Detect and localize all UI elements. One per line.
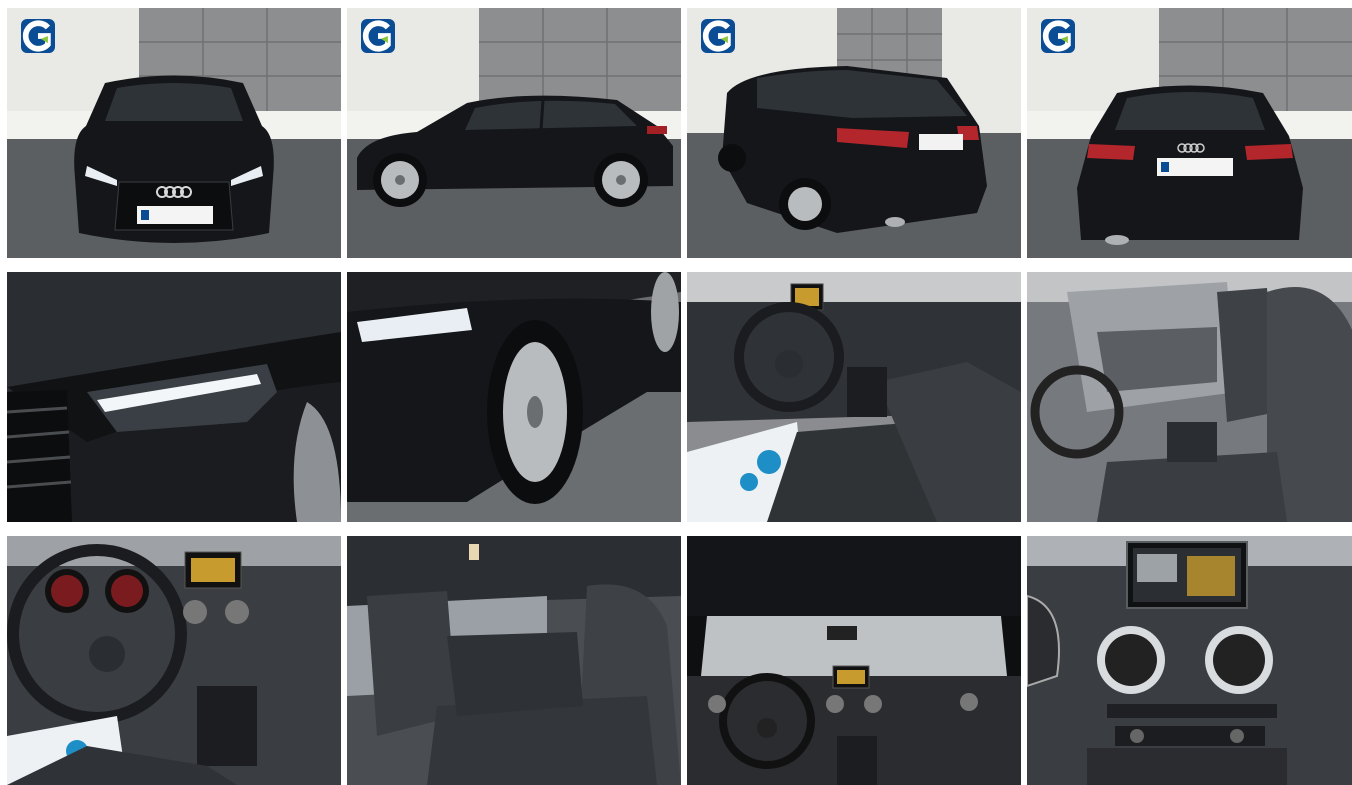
photo-side-view[interactable] (347, 8, 681, 258)
photo-rear-three-quarter-view[interactable] (687, 8, 1021, 258)
dashboard-image (7, 536, 341, 785)
dealer-logo (21, 19, 57, 59)
rear-seats-image (347, 536, 681, 785)
interior-driver-image (687, 272, 1021, 522)
photo-cockpit-overview[interactable] (687, 536, 1021, 785)
interior-seats-image (1027, 272, 1352, 522)
photo-front-view[interactable] (7, 8, 341, 258)
photo-front-seats[interactable] (1027, 272, 1352, 522)
photo-headlight-detail[interactable] (7, 272, 341, 522)
photo-dashboard-steering-wheel[interactable] (7, 536, 341, 785)
cockpit-image (687, 536, 1021, 785)
headlight-image (7, 272, 341, 522)
photo-driver-interior[interactable] (687, 272, 1021, 522)
console-vents-image (1027, 536, 1352, 785)
wheel-image (347, 272, 681, 522)
photo-center-console-vents[interactable] (1027, 536, 1352, 785)
car-side-image (347, 8, 681, 258)
car-rear-quarter-image (687, 8, 1021, 258)
photo-rear-seats[interactable] (347, 536, 681, 785)
dealer-logo (361, 19, 397, 59)
dealer-logo (701, 19, 737, 59)
photo-gallery (7, 8, 1352, 785)
car-front-image (7, 8, 341, 258)
photo-rear-view[interactable] (1027, 8, 1352, 258)
dealer-logo (1041, 19, 1077, 59)
photo-front-wheel-detail[interactable] (347, 272, 681, 522)
